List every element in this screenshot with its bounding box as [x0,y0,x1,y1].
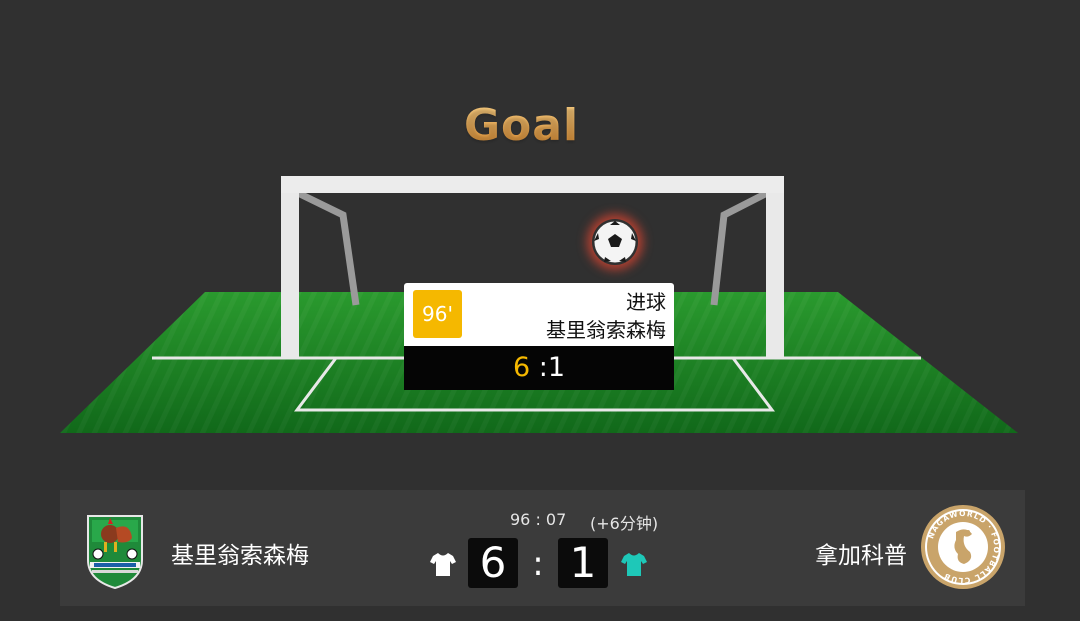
goal-crossbar [281,176,784,193]
event-team-name: 基里翁索森梅 [546,318,666,342]
goal-back-right-bar [710,189,769,306]
added-time: (+6分钟) [590,514,659,533]
goal-right-post [766,176,784,359]
event-score-home: 6 [512,352,531,383]
event-score-separator: : [530,352,548,383]
event-type-label: 进球 [626,290,666,314]
home-score: 6 [468,538,518,588]
event-minute-badge: 96' [413,290,462,338]
goal-back-left-bar [296,189,360,306]
match-clock: 96 : 07 [510,510,567,529]
soccer-ball-icon [592,219,638,265]
white-shirt-icon [429,550,457,578]
event-card-header: 96' 进球 基里翁索森梅 [404,283,674,346]
home-team-name: 基里翁索森梅 [171,543,309,569]
home-team-logo [70,502,160,592]
goal-title: Goal [0,100,1043,151]
goal-animation-screen: Goal 96' 进球 基里翁索森梅 6 :1 基里翁索森梅 96: 07 (… [0,0,1080,621]
event-score: 6 :1 [404,346,674,390]
away-score: 1 [558,538,608,588]
scoreboard: 基里翁索森梅 96 : 07 (+6分钟) 6 : 1 拿加科普 NAGAWOR… [60,490,1025,606]
goal-event-card: 96' 进球 基里翁索森梅 6 :1 [404,283,674,390]
teal-shirt-icon [620,550,648,578]
score-colon: : [532,544,544,584]
away-team-name: 拿加科普 [815,543,907,569]
event-score-away: 1 [547,352,566,383]
away-team-logo: NAGAWORLD · FOOTBALL CLUB [918,502,1008,592]
goal-left-post [281,176,299,359]
